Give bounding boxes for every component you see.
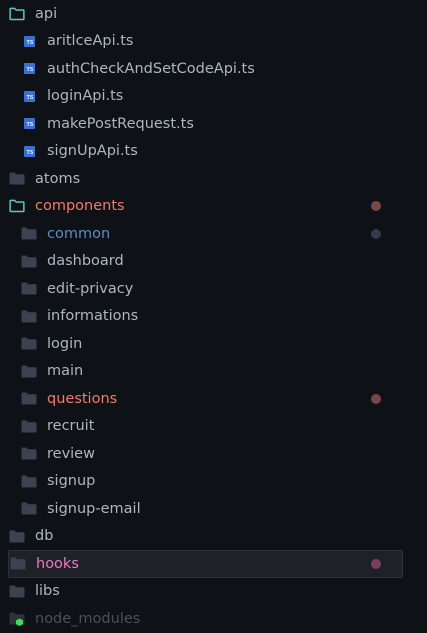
tree-item-folder-common[interactable]: common xyxy=(0,220,427,248)
tree-item-folder-main[interactable]: main xyxy=(0,358,427,386)
tree-item-file-authcheckandsetcodeapi[interactable]: TS authCheckAndSetCodeApi.ts xyxy=(0,55,427,83)
tree-item-label: dashboard xyxy=(47,253,124,269)
folder-icon xyxy=(9,584,25,598)
tree-item-folder-recruit[interactable]: recruit xyxy=(0,413,427,441)
tree-item-folder-libs[interactable]: libs xyxy=(0,578,427,606)
tree-item-folder-components[interactable]: components xyxy=(0,193,427,221)
folder-icon xyxy=(10,557,26,571)
tree-item-file-loginapi[interactable]: TS loginApi.ts xyxy=(0,83,427,111)
folder-icon xyxy=(21,419,37,433)
folder-icon xyxy=(21,364,37,378)
tree-item-label: components xyxy=(35,198,125,214)
tree-item-folder-informations[interactable]: informations xyxy=(0,303,427,331)
typescript-file-icon: TS xyxy=(21,62,37,76)
folder-icon xyxy=(21,447,37,461)
tree-item-label: recruit xyxy=(47,418,95,434)
tree-item-label: main xyxy=(47,363,84,379)
tree-item-file-aritlceapi[interactable]: TS aritlceApi.ts xyxy=(0,28,427,56)
folder-icon xyxy=(9,172,25,186)
file-explorer-tree: api TS aritlceApi.ts TS authCheckAndSetCodeA… xyxy=(0,0,427,633)
tree-item-label: makePostRequest.ts xyxy=(47,115,194,132)
status-dot-error xyxy=(371,201,381,212)
ts-badge: TS xyxy=(23,118,35,130)
typescript-file-icon: TS xyxy=(21,34,37,48)
folder-icon xyxy=(21,254,37,268)
tree-item-label: atoms xyxy=(35,170,81,187)
tree-item-label: edit-privacy xyxy=(47,280,134,297)
folder-icon xyxy=(21,392,37,406)
tree-item-folder-edit-privacy[interactable]: edit-privacy xyxy=(0,275,427,303)
status-dot-error xyxy=(371,393,381,404)
folder-icon xyxy=(21,282,37,296)
ts-badge: TS xyxy=(23,145,35,157)
tree-item-label: questions xyxy=(47,390,118,407)
status-dot-modified xyxy=(371,228,381,239)
folder-open-icon xyxy=(9,199,25,213)
folder-icon xyxy=(21,227,37,241)
folder-icon xyxy=(21,502,37,516)
tree-item-file-signupapi[interactable]: TS signUpApi.ts xyxy=(0,138,427,166)
tree-item-label: signup xyxy=(47,473,96,489)
tree-item-label: hooks xyxy=(36,555,79,572)
tree-item-label: review xyxy=(47,445,95,462)
tree-item-label: aritlceApi.ts xyxy=(47,33,134,49)
tree-item-folder-login[interactable]: login xyxy=(0,330,427,358)
tree-item-file-makepostrequest[interactable]: TS makePostRequest.ts xyxy=(0,110,427,138)
folder-icon xyxy=(21,337,37,351)
tree-item-folder-questions[interactable]: questions xyxy=(0,385,427,413)
tree-item-label: login xyxy=(47,335,83,352)
ts-badge: TS xyxy=(23,90,35,102)
typescript-file-icon: TS xyxy=(21,89,37,103)
tree-item-folder-node-modules[interactable]: node_modules xyxy=(0,605,427,633)
tree-item-label: libs xyxy=(35,583,60,599)
tree-item-label: common xyxy=(47,225,111,242)
tree-item-folder-atoms[interactable]: atoms xyxy=(0,165,427,193)
tree-item-folder-review[interactable]: review xyxy=(0,440,427,468)
tree-item-label: api xyxy=(35,5,58,22)
tree-item-label: authCheckAndSetCodeApi.ts xyxy=(47,60,255,77)
tree-item-label: signUpApi.ts xyxy=(47,143,138,159)
tree-item-folder-hooks[interactable]: hooks xyxy=(8,550,403,578)
ts-badge: TS xyxy=(23,63,35,75)
tree-item-label: signup-email xyxy=(47,500,141,517)
tree-item-folder-db[interactable]: db xyxy=(0,523,427,551)
ts-badge: TS xyxy=(23,35,35,47)
folder-node-modules-icon xyxy=(9,612,25,626)
tree-item-folder-signup-email[interactable]: signup-email xyxy=(0,495,427,523)
status-dot-hooks xyxy=(371,558,381,569)
tree-item-label: informations xyxy=(47,308,139,324)
folder-open-icon xyxy=(9,7,25,21)
folder-icon xyxy=(21,474,37,488)
tree-item-label: loginApi.ts xyxy=(47,88,124,104)
tree-item-folder-dashboard[interactable]: dashboard xyxy=(0,248,427,276)
typescript-file-icon: TS xyxy=(21,144,37,158)
folder-icon xyxy=(21,309,37,323)
tree-item-folder-signup[interactable]: signup xyxy=(0,468,427,496)
folder-icon xyxy=(9,529,25,543)
tree-item-label: node_modules xyxy=(35,610,141,627)
tree-item-folder-api[interactable]: api xyxy=(0,0,427,28)
typescript-file-icon: TS xyxy=(21,117,37,131)
tree-item-label: db xyxy=(35,528,54,544)
